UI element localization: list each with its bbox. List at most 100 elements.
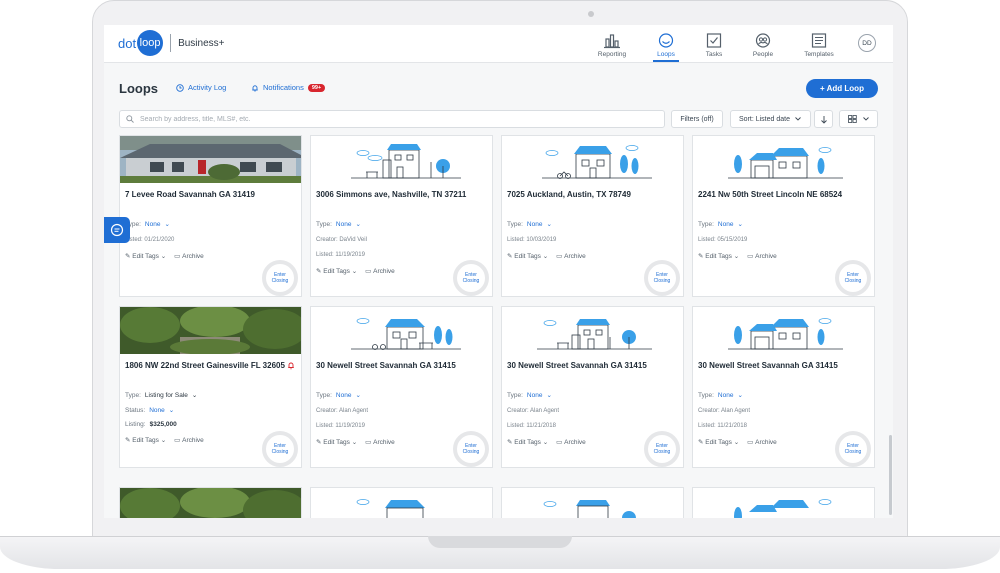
archive-button[interactable]: ▭ Archive <box>174 252 204 261</box>
type-value[interactable]: None <box>145 221 161 228</box>
type-row: Type: None ⌄ <box>316 391 361 399</box>
chat-button[interactable] <box>104 217 130 243</box>
chevron-down-icon[interactable]: ⌄ <box>192 392 197 399</box>
loop-card[interactable] <box>501 487 684 518</box>
listed-date: Listed: 11/21/2018 <box>698 423 747 429</box>
card-actions: ✎ Edit Tags ⌄ ▭ Archive <box>507 252 586 261</box>
chevron-down-icon[interactable]: ⌄ <box>355 392 360 399</box>
loop-address[interactable]: 7 Levee Road Savannah GA 31419 <box>125 189 285 200</box>
loop-address[interactable]: 1806 NW 22nd Street Gainesville FL 32605 <box>125 360 285 371</box>
loop-address[interactable]: 30 Newell Street Savannah GA 31415 <box>316 360 476 371</box>
loop-card[interactable] <box>310 487 493 518</box>
listed-date: Listed: 05/15/2019 <box>698 237 748 243</box>
type-value[interactable]: None <box>336 221 352 228</box>
chevron-down-icon[interactable]: ⌄ <box>164 221 169 228</box>
type-value[interactable]: None <box>718 392 734 399</box>
loop-card[interactable]: 30 Newell Street Savannah GA 31415 Type:… <box>310 306 493 468</box>
nav-loops[interactable]: Loops <box>644 32 688 62</box>
archive-button[interactable]: ▭ Archive <box>556 252 586 261</box>
top-nav: dot loop Business+ Reporting Loops Tasks… <box>104 25 893 63</box>
house-illustration <box>542 145 652 179</box>
bell-icon[interactable] <box>287 361 295 370</box>
chevron-down-icon[interactable]: ⌄ <box>737 221 742 228</box>
edit-tags-button[interactable]: ✎ Edit Tags ⌄ <box>125 252 166 261</box>
loop-card[interactable]: 1806 NW 22nd Street Gainesville FL 32605… <box>119 306 302 468</box>
edit-tags-button[interactable]: ✎ Edit Tags ⌄ <box>507 252 548 261</box>
loop-card[interactable] <box>692 487 875 518</box>
status-value[interactable]: None <box>149 407 165 414</box>
archive-button[interactable]: ▭ Archive <box>747 438 777 447</box>
loop-address[interactable]: 3006 Simmons ave, Nashville, TN 37211 <box>316 189 476 200</box>
chevron-down-icon[interactable]: ⌄ <box>355 221 360 228</box>
enter-closing-button[interactable]: Enter Closing <box>644 431 680 467</box>
activity-log-label: Activity Log <box>188 83 227 92</box>
type-value[interactable]: None <box>718 221 734 228</box>
nav-people-label: People <box>752 51 774 58</box>
loop-address[interactable]: 30 Newell Street Savannah GA 31415 <box>698 360 858 371</box>
type-value[interactable]: None <box>527 392 543 399</box>
loop-card[interactable]: 30 Newell Street Savannah GA 31415 Type:… <box>692 306 875 468</box>
archive-button[interactable]: ▭ Archive <box>174 436 204 445</box>
view-toggle-button[interactable] <box>839 110 878 128</box>
user-avatar[interactable]: DD <box>858 34 876 52</box>
filters-button[interactable]: Filters (off) <box>671 110 723 128</box>
type-value[interactable]: None <box>527 221 543 228</box>
search-input[interactable] <box>138 114 642 124</box>
enter-closing-button[interactable]: Enter Closing <box>644 260 680 296</box>
chevron-down-icon[interactable]: ⌄ <box>737 392 742 399</box>
edit-tags-button[interactable]: ✎ Edit Tags ⌄ <box>316 438 357 447</box>
loop-card[interactable]: 3006 Simmons ave, Nashville, TN 37211 Ty… <box>310 135 493 297</box>
edit-tags-button[interactable]: ✎ Edit Tags ⌄ <box>125 436 166 445</box>
enter-closing-button[interactable]: Enter Closing <box>262 431 298 467</box>
chevron-down-icon[interactable]: ⌄ <box>169 407 174 414</box>
archive-button[interactable]: ▭ Archive <box>365 438 395 447</box>
edit-tags-button[interactable]: ✎ Edit Tags ⌄ <box>507 438 548 447</box>
loop-card[interactable]: 2241 Nw 50th Street Lincoln NE 68524 Typ… <box>692 135 875 297</box>
nav-tasks[interactable]: Tasks <box>692 32 736 58</box>
edit-tags-label: Edit Tags <box>132 436 159 444</box>
house-illustration <box>537 319 652 350</box>
scrollbar[interactable] <box>889 435 892 515</box>
loop-card[interactable]: 30 Newell Street Savannah GA 31415 Type:… <box>501 306 684 468</box>
archive-button[interactable]: ▭ Archive <box>747 252 777 261</box>
loop-address[interactable]: 7025 Auckland, Austin, TX 78749 <box>507 189 667 200</box>
loop-address[interactable]: 30 Newell Street Savannah GA 31415 <box>507 360 667 371</box>
archive-label: Archive <box>182 252 204 260</box>
loop-card[interactable] <box>119 487 302 518</box>
activity-log-link[interactable]: Activity Log <box>176 83 226 92</box>
notifications-link[interactable]: Notifications 99+ <box>251 83 326 92</box>
enter-closing-button[interactable]: Enter Closing <box>262 260 298 296</box>
dotloop-logo[interactable]: dot loop Business+ <box>118 30 225 56</box>
type-value[interactable]: None <box>336 392 352 399</box>
edit-tags-button[interactable]: ✎ Edit Tags ⌄ <box>316 267 357 276</box>
type-label: Type: <box>698 221 714 228</box>
enter-closing-button[interactable]: Enter Closing <box>453 260 489 296</box>
sort-dropdown[interactable]: Sort: Listed date <box>730 110 811 128</box>
archive-button[interactable]: ▭ Archive <box>365 267 395 276</box>
loop-address[interactable]: 2241 Nw 50th Street Lincoln NE 68524 <box>698 189 858 200</box>
loop-card[interactable]: 7 Levee Road Savannah GA 31419 Type: None… <box>119 135 302 297</box>
nav-templates[interactable]: Templates <box>797 32 841 58</box>
nav-people[interactable]: People <box>741 32 785 58</box>
type-row: Type: None ⌄ <box>507 220 552 228</box>
loop-card[interactable]: 7025 Auckland, Austin, TX 78749 Type: Non… <box>501 135 684 297</box>
edit-tags-button[interactable]: ✎ Edit Tags ⌄ <box>698 438 739 447</box>
chevron-down-icon[interactable]: ⌄ <box>546 392 551 399</box>
logo-loop-circle: loop <box>137 30 164 56</box>
enter-closing-button[interactable]: Enter Closing <box>835 260 871 296</box>
edit-tags-button[interactable]: ✎ Edit Tags ⌄ <box>698 252 739 261</box>
type-value[interactable]: Listing for Sale <box>145 392 188 399</box>
people-icon <box>755 33 771 48</box>
chevron-down-icon <box>795 117 801 121</box>
chevron-down-icon[interactable]: ⌄ <box>546 221 551 228</box>
archive-label: Archive <box>564 438 586 446</box>
listing-row: Listing: $325,000 <box>125 421 177 428</box>
enter-closing-button[interactable]: Enter Closing <box>453 431 489 467</box>
add-loop-button[interactable]: + Add Loop <box>806 79 878 98</box>
enter-closing-button[interactable]: Enter Closing <box>835 431 871 467</box>
notifications-label: Notifications <box>263 83 304 92</box>
nav-tasks-label: Tasks <box>705 51 723 58</box>
archive-button[interactable]: ▭ Archive <box>556 438 586 447</box>
nav-reporting[interactable]: Reporting <box>590 32 634 58</box>
sort-direction-button[interactable] <box>814 110 833 128</box>
